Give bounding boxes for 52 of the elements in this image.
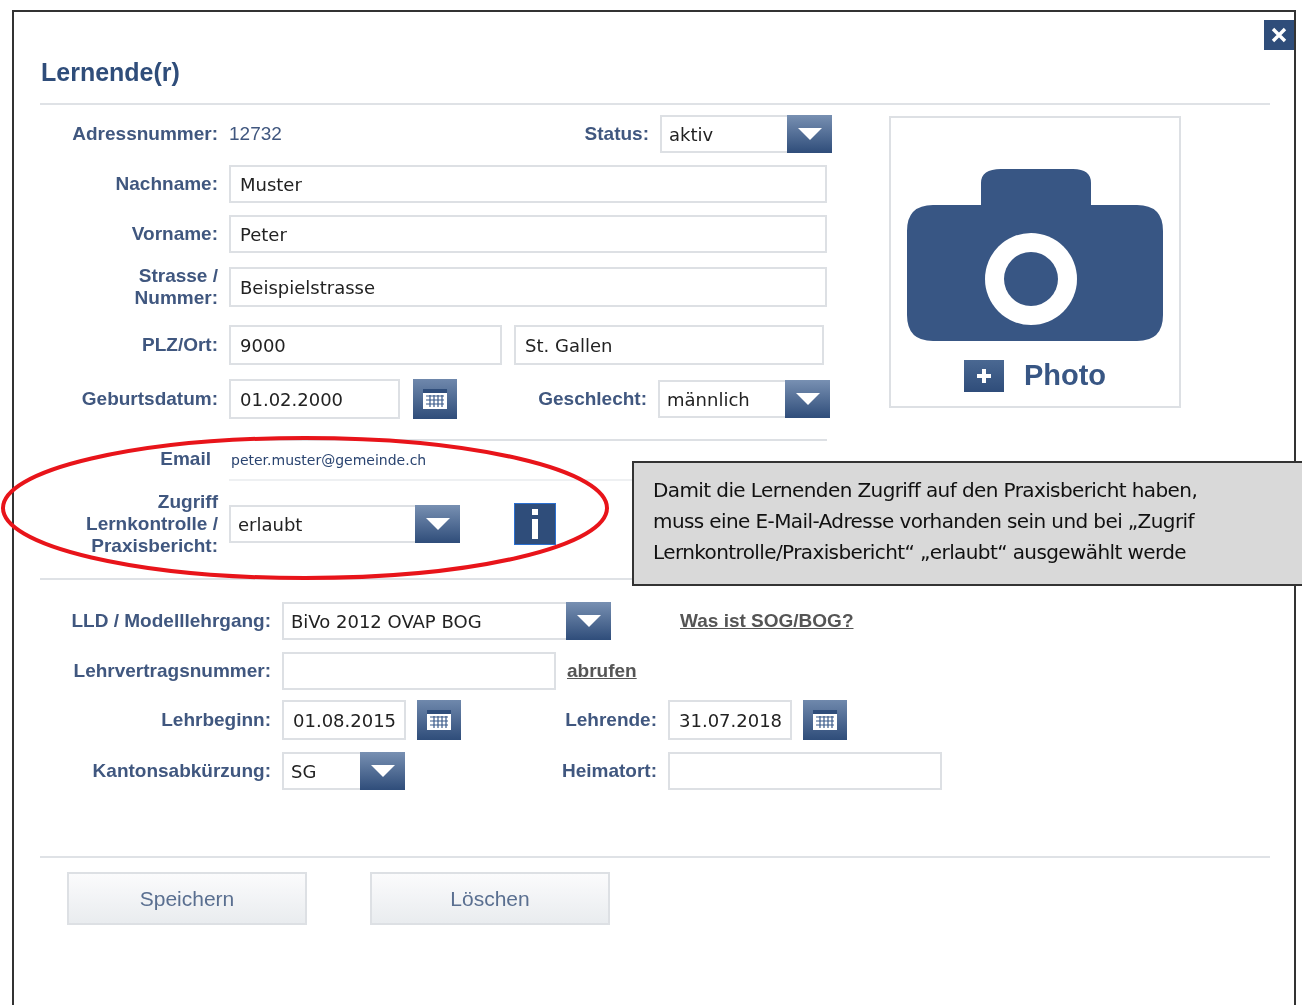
field-label: Email: [159, 448, 211, 470]
status-select[interactable]: aktiv: [660, 115, 832, 153]
calendar-icon: [812, 709, 838, 731]
date-field[interactable]: 01.02.2000: [229, 379, 400, 419]
field-label: Kantonsabkürzung:: [91, 760, 271, 782]
text-field[interactable]: Muster: [229, 165, 827, 203]
field-label: Strasse / Nummer:: [133, 265, 218, 309]
text-field[interactable]: Peter: [229, 215, 827, 253]
field-label: Nachname:: [114, 173, 218, 195]
action-button[interactable]: Speichern: [67, 872, 307, 925]
info-icon: [529, 509, 541, 539]
text-field[interactable]: Beispielstrasse: [229, 267, 827, 307]
field-label: PLZ/Ort:: [141, 334, 218, 356]
photo-label: Photo: [1023, 359, 1107, 392]
close-icon: [1270, 26, 1288, 44]
field-label: Status:: [583, 123, 649, 145]
field-label: Geburtsdatum:: [80, 388, 218, 410]
field-label: Zugriff Lernkontrolle / Praxisbericht:: [85, 491, 218, 557]
address-number: 12732: [229, 123, 283, 145]
field-label: Adressnummer:: [71, 123, 218, 145]
field-label: Lehrbeginn:: [160, 709, 271, 731]
access-select[interactable]: erlaubt: [229, 505, 460, 543]
photo-panel[interactable]: Photo: [889, 116, 1181, 408]
info-button[interactable]: [514, 503, 556, 545]
text-field[interactable]: [668, 752, 942, 790]
close-button[interactable]: [1264, 20, 1294, 50]
calendar-icon: [426, 709, 452, 731]
calendar-button[interactable]: [417, 700, 461, 740]
calendar-button[interactable]: [803, 700, 847, 740]
tooltip-text: Lernkontrolle/Praxisbericht“ „erlaubt“ ausgewählt werde: [653, 539, 1187, 566]
action-button[interactable]: Löschen: [370, 872, 610, 925]
info-link[interactable]: Was ist SOG/BOG?: [680, 610, 854, 632]
field-label: Lehrvertragsnummer:: [72, 660, 271, 682]
text-field[interactable]: 9000: [229, 325, 502, 365]
calendar-button[interactable]: [413, 379, 457, 419]
field-label: Vorname:: [130, 223, 218, 245]
calendar-icon: [422, 388, 448, 410]
dialog-title: Lernende(r): [41, 57, 181, 88]
tooltip-text: muss eine E-Mail-Adresse vorhanden sein und bei „Zugrif: [653, 508, 1194, 535]
field-label: LLD / Modelllehrgang:: [70, 610, 271, 632]
gender-select[interactable]: männlich: [658, 380, 830, 418]
field-label: Lehrende:: [564, 709, 657, 731]
date-field[interactable]: 31.07.2018: [668, 700, 792, 740]
model-select[interactable]: BiVo 2012 OVAP BOG: [282, 602, 611, 640]
fetch-link[interactable]: abrufen: [567, 660, 637, 682]
field-label: Geschlecht:: [537, 388, 647, 410]
canton-select[interactable]: SG: [282, 752, 405, 790]
add-icon: [963, 359, 1004, 392]
text-field[interactable]: [282, 652, 556, 690]
field-label: Heimatort:: [561, 760, 657, 782]
date-field[interactable]: 01.08.2015: [282, 700, 406, 740]
text-field[interactable]: St. Gallen: [514, 325, 824, 365]
